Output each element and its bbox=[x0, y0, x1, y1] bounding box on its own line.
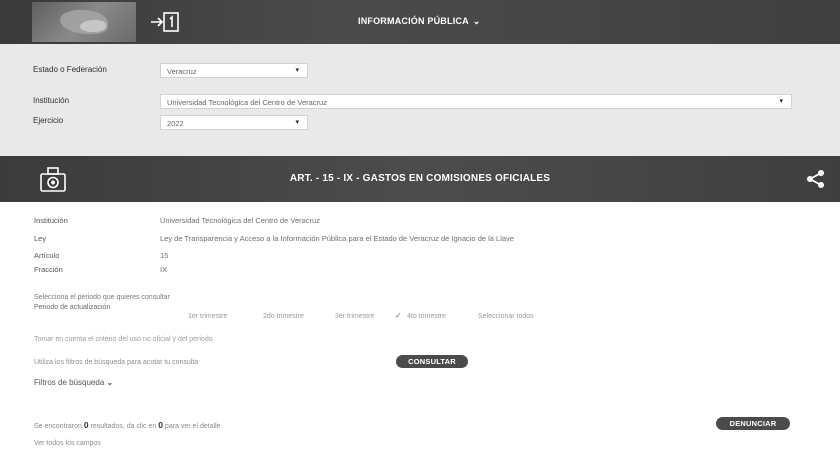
article-header-bar: ART. - 15 - IX - GASTOS EN COMISIONES OF… bbox=[0, 156, 840, 202]
ejercicio-select[interactable]: 2022 ▾ bbox=[160, 115, 308, 130]
period-label: Periodo de actualización bbox=[34, 304, 111, 311]
select-caret-icon: ▾ bbox=[779, 98, 783, 105]
search-filters-label: Filtros de búsqueda bbox=[34, 378, 105, 387]
info-articulo-value: 15 bbox=[160, 251, 169, 260]
view-all-fields-link[interactable]: Ver todos los campos bbox=[34, 440, 101, 447]
results-text-after: para ver el detalle bbox=[164, 423, 221, 430]
results-count: 0 bbox=[83, 420, 89, 430]
info-institucion-label: Institución bbox=[34, 216, 68, 225]
information-menu[interactable]: INFORMACIÓN PÚBLICA ⌄ bbox=[358, 16, 481, 27]
search-filters-toggle[interactable]: Filtros de búsqueda ⌄ bbox=[34, 378, 113, 387]
top-navigation-bar: INFORMACIÓN PÚBLICA ⌄ bbox=[0, 0, 840, 44]
period-option-select-all[interactable]: Seleccionar todos bbox=[478, 313, 534, 320]
information-menu-label: INFORMACIÓN PÚBLICA bbox=[358, 16, 469, 26]
results-summary: Se encontraron 0 resultados, da clic en … bbox=[34, 420, 221, 430]
select-caret-icon: ▾ bbox=[295, 67, 299, 74]
denunciar-button[interactable]: DENUNCIAR bbox=[716, 417, 790, 430]
select-caret-icon: ▾ bbox=[295, 119, 299, 126]
info-articulo-label: Artículo bbox=[34, 251, 60, 260]
info-fraccion-label: Fracción bbox=[34, 265, 63, 274]
login-door-icon[interactable] bbox=[149, 11, 183, 33]
period-option-3[interactable]: 3er trimestre bbox=[335, 313, 374, 320]
estado-label: Estado o Federación bbox=[33, 65, 107, 74]
institucion-select-value: Universidad Tecnológica del Centro de Ve… bbox=[167, 98, 327, 107]
filters-hint: Utiliza los filtros de búsqueda para aco… bbox=[34, 359, 199, 366]
period-option-1[interactable]: 1er trimestre bbox=[188, 313, 227, 320]
institucion-select[interactable]: Universidad Tecnológica del Centro de Ve… bbox=[160, 94, 792, 109]
period-option-2[interactable]: 2do trimestre bbox=[263, 313, 304, 320]
ejercicio-select-value: 2022 bbox=[167, 119, 184, 128]
period-option-4[interactable]: 4to trimestre bbox=[407, 313, 446, 320]
chevron-down-icon: ⌄ bbox=[472, 16, 481, 26]
info-fraccion-value: IX bbox=[160, 265, 168, 274]
site-logo[interactable] bbox=[32, 2, 136, 42]
share-icon[interactable] bbox=[806, 169, 826, 189]
checkmark-icon: ✓ bbox=[395, 311, 402, 320]
estado-select-value: Veracruz bbox=[167, 67, 197, 76]
consultar-button[interactable]: CONSULTAR bbox=[396, 355, 468, 368]
results-text-middle: resultados, da clic en bbox=[90, 423, 157, 430]
selection-panel: Estado o Federación Veracruz ▾ Instituci… bbox=[0, 44, 840, 156]
logo-map-shape-detail bbox=[80, 20, 106, 32]
article-title: ART. - 15 - IX - GASTOS EN COMISIONES OF… bbox=[289, 173, 551, 184]
info-institucion-value: Universidad Tecnológica del Centro de Ve… bbox=[160, 216, 320, 225]
period-prompt: Selecciona el periodo que quieres consul… bbox=[34, 294, 170, 301]
results-count-icon: 0 bbox=[158, 420, 163, 430]
estado-select[interactable]: Veracruz ▾ bbox=[160, 63, 308, 78]
search-criteria-note: Tomar en cuenta el criterio del uso no o… bbox=[34, 336, 213, 343]
chevron-down-icon: ⌄ bbox=[106, 378, 114, 387]
ejercicio-label: Ejercicio bbox=[33, 116, 64, 125]
results-text-before: Se encontraron bbox=[34, 423, 82, 430]
info-ley-value: Ley de Transparencia y Acceso a la Infor… bbox=[160, 234, 514, 243]
info-ley-label: Ley bbox=[34, 234, 47, 243]
institucion-label: Institución bbox=[33, 96, 70, 105]
